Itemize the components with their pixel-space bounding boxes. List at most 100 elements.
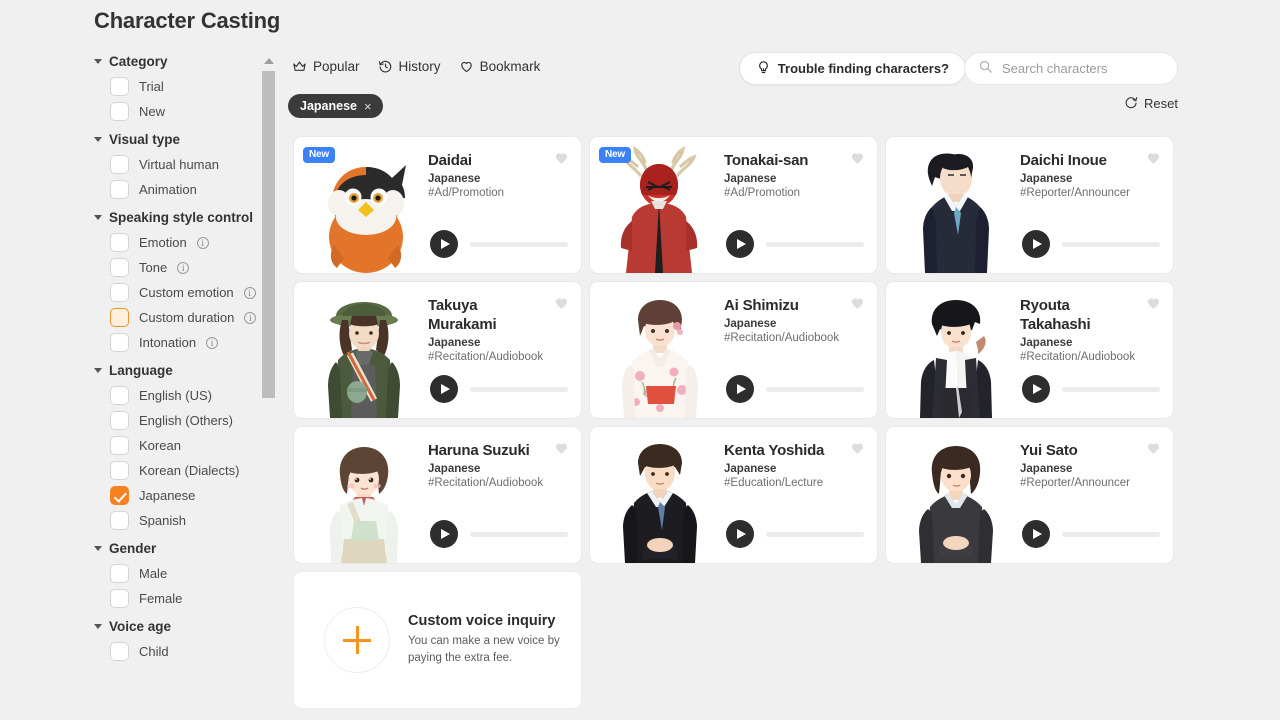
sidebar-scrollbar[interactable] [262,58,276,398]
checkbox[interactable] [110,283,129,302]
checkbox[interactable] [110,642,129,661]
checkbox[interactable] [110,461,129,480]
filter-group-header[interactable]: Gender [94,535,264,561]
checkbox[interactable] [110,333,129,352]
filter-option[interactable]: Tone i [94,255,264,280]
filter-option[interactable]: Male [94,561,264,586]
info-icon[interactable]: i [206,336,219,349]
play-button[interactable] [1022,230,1050,258]
audio-player [726,230,864,258]
tab-bookmark[interactable]: Bookmark [459,59,540,74]
filter-option[interactable]: Korean [94,433,264,458]
bookmark-heart-icon[interactable] [1145,440,1162,461]
bookmark-heart-icon[interactable] [849,150,866,171]
checkbox[interactable] [110,233,129,252]
checkbox[interactable] [110,77,129,96]
checkbox[interactable] [110,308,129,327]
bookmark-heart-icon[interactable] [849,440,866,461]
play-button[interactable] [430,520,458,548]
bookmark-heart-icon[interactable] [849,295,866,316]
bookmark-heart-icon[interactable] [553,440,570,461]
character-name: Takuya Murakami [428,297,497,334]
bookmark-heart-icon[interactable] [1145,295,1162,316]
character-card[interactable]: Ai Shimizu Japanese #Recitation/Audiobook [589,281,878,419]
play-button[interactable] [726,520,754,548]
character-card[interactable]: New Daidai Japanese #Ad/Promotion [293,136,582,274]
filter-group-header[interactable]: Visual type [94,126,264,152]
filter-option[interactable]: Custom duration i [94,305,264,330]
reset-button[interactable]: Reset [1124,95,1178,112]
filter-option[interactable]: Spanish [94,508,264,533]
filter-group-header[interactable]: Voice age [94,613,264,639]
audio-progress-bar[interactable] [470,531,568,537]
checkbox[interactable] [110,436,129,455]
character-card[interactable]: Ryouta Takahashi Japanese #Recitation/Audi… [885,281,1174,419]
audio-progress-bar[interactable] [1062,241,1160,247]
filter-option[interactable]: New [94,99,264,124]
filter-option[interactable]: Child [94,639,264,664]
filter-option[interactable]: Trial [94,74,264,99]
search-box[interactable] [964,52,1178,85]
scrollbar-thumb[interactable] [262,71,275,398]
play-button[interactable] [430,230,458,258]
info-icon[interactable]: i [243,286,256,299]
filter-option[interactable]: Custom emotion i [94,280,264,305]
filter-option[interactable]: Female [94,586,264,611]
filter-option[interactable]: Intonation i [94,330,264,355]
info-icon[interactable]: i [196,236,209,249]
checkbox[interactable] [110,411,129,430]
search-input[interactable] [1002,61,1164,76]
scrollbar-track[interactable] [262,71,275,398]
checkbox[interactable] [110,102,129,121]
audio-progress-bar[interactable] [766,531,864,537]
tab-history[interactable]: History [378,59,441,74]
checkbox[interactable] [110,386,129,405]
checkbox[interactable] [110,564,129,583]
character-card[interactable]: Daichi Inoue Japanese #Reporter/Announcer [885,136,1174,274]
audio-progress-bar[interactable] [470,386,568,392]
character-card[interactable]: Takuya Murakami Japanese #Recitation/Audio… [293,281,582,419]
filter-option[interactable]: English (Others) [94,408,264,433]
play-button[interactable] [726,375,754,403]
character-card[interactable]: New Tonakai-san Japanese #Ad/Promotion [589,136,878,274]
audio-progress-bar[interactable] [1062,386,1160,392]
checkbox[interactable] [110,511,129,530]
filter-option[interactable]: Emotion i [94,230,264,255]
bookmark-heart-icon[interactable] [553,150,570,171]
character-card[interactable]: Yui Sato Japanese #Reporter/Announcer [885,426,1174,564]
character-card[interactable]: Kenta Yoshida Japanese #Education/Lecture [589,426,878,564]
play-button[interactable] [726,230,754,258]
custom-voice-inquiry-card[interactable]: Custom voice inquiry You can make a new v… [293,571,582,709]
filter-group-header[interactable]: Category [94,48,264,74]
plus-icon[interactable] [324,607,390,673]
filter-group-header[interactable]: Speaking style control [94,204,264,230]
play-button[interactable] [430,375,458,403]
audio-progress-bar[interactable] [766,386,864,392]
play-button[interactable] [1022,375,1050,403]
trouble-finding-characters-button[interactable]: Trouble finding characters? [738,52,966,85]
info-icon[interactable]: i [177,261,190,274]
checkbox[interactable] [110,180,129,199]
bookmark-heart-icon[interactable] [1145,150,1162,171]
checkbox[interactable] [110,589,129,608]
checkbox[interactable] [110,258,129,277]
audio-progress-bar[interactable] [1062,531,1160,537]
filter-option[interactable]: Animation [94,177,264,202]
audio-progress-bar[interactable] [766,241,864,247]
filter-option[interactable]: English (US) [94,383,264,408]
character-card[interactable]: Haruna Suzuki Japanese #Recitation/Audiobo… [293,426,582,564]
close-icon[interactable]: × [364,100,372,113]
filter-option[interactable]: Virtual human [94,152,264,177]
filter-option[interactable]: Korean (Dialects) [94,458,264,483]
info-icon[interactable]: i [244,311,257,324]
filter-option[interactable]: Japanese [94,483,264,508]
checkbox[interactable] [110,155,129,174]
play-button[interactable] [1022,520,1050,548]
filter-group-header[interactable]: Language [94,357,264,383]
filter-chip-japanese[interactable]: Japanese × [288,94,383,118]
audio-progress-bar[interactable] [470,241,568,247]
checkbox[interactable] [110,486,129,505]
scroll-up-arrow-icon[interactable] [264,58,274,64]
bookmark-heart-icon[interactable] [553,295,570,316]
tab-popular[interactable]: Popular [292,59,360,74]
